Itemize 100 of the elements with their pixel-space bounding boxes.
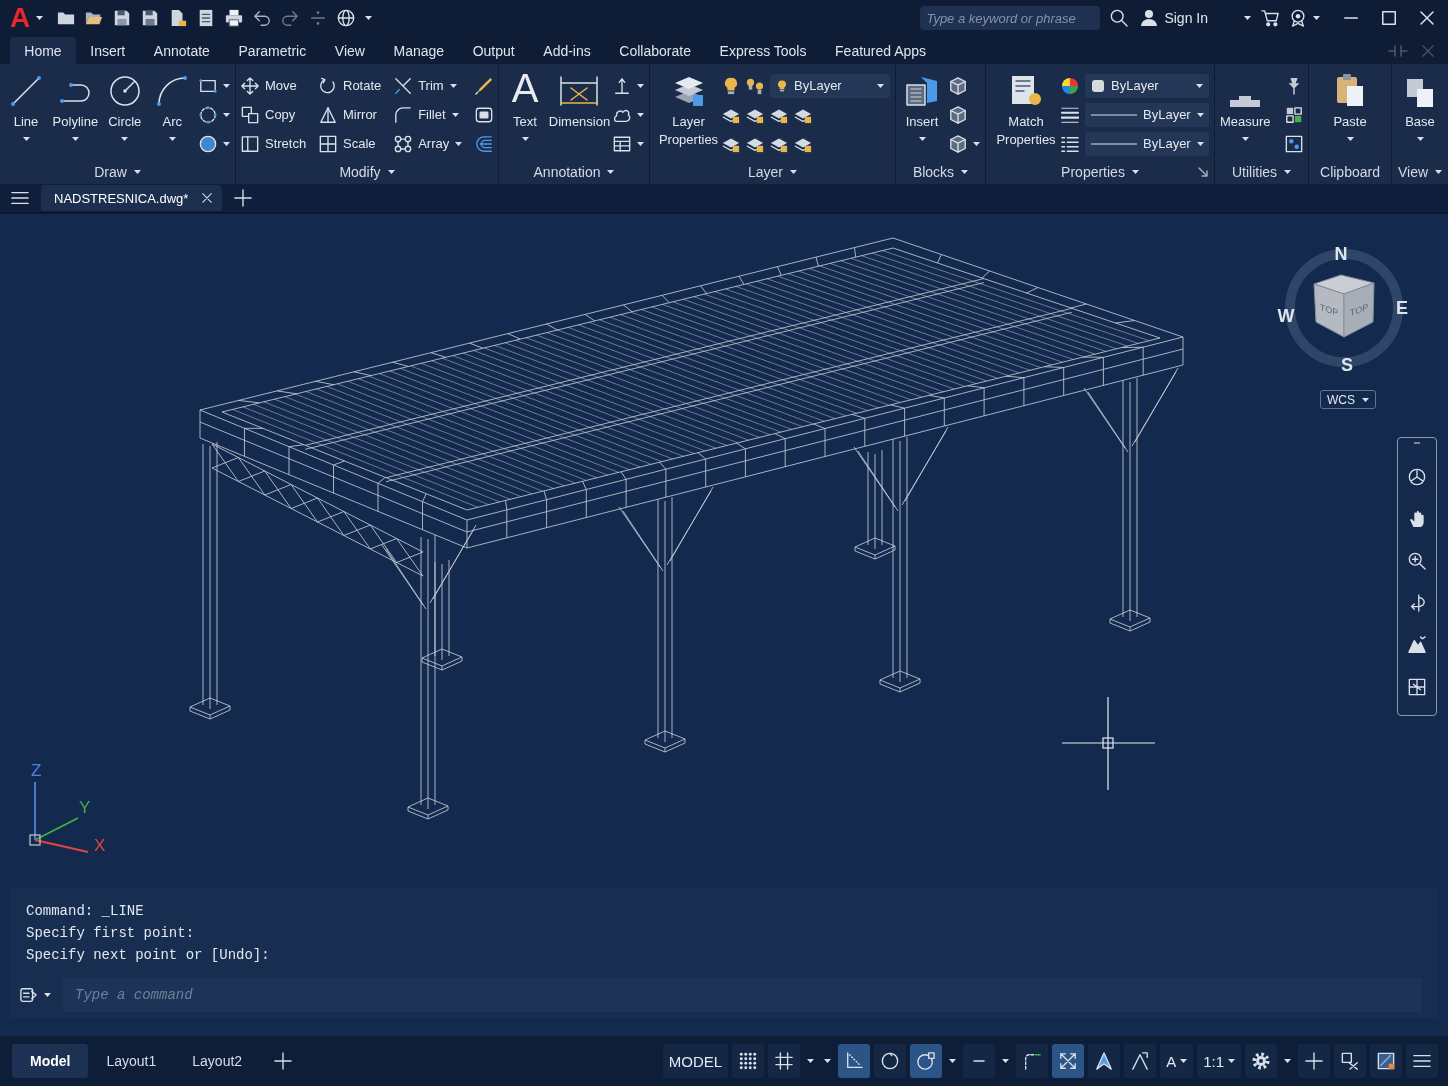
ucs-menu-button[interactable]: WCS <box>1320 390 1376 409</box>
ribbon-tool-button[interactable]: Layer Properties <box>655 70 722 160</box>
ribbon-tab[interactable]: Insert <box>75 37 140 64</box>
steering-wheel-icon[interactable] <box>1408 468 1426 486</box>
ribbon-tool-button[interactable]: Arc <box>151 70 194 160</box>
ribbon-tool-button[interactable]: Polyline <box>52 70 99 160</box>
compass-direction[interactable]: S <box>1341 355 1353 375</box>
caret-icon[interactable] <box>222 83 230 88</box>
ribbon-tool[interactable]: Copy <box>241 100 307 129</box>
horizontal-lines-icon[interactable] <box>1061 105 1079 124</box>
status-toggle-button[interactable] <box>910 1044 943 1078</box>
caret-icon[interactable] <box>36 16 44 20</box>
cube-icon[interactable] <box>949 134 967 153</box>
ribbon-tab[interactable]: Featured Apps <box>820 37 941 64</box>
printer-icon[interactable] <box>225 9 244 27</box>
curves-icon[interactable] <box>475 134 493 153</box>
table-icon[interactable] <box>613 134 631 153</box>
close-icon[interactable] <box>1420 11 1434 25</box>
plus-icon[interactable] <box>274 1052 293 1070</box>
lightbulb-icon[interactable] <box>722 76 740 95</box>
cube-icon[interactable] <box>949 76 967 95</box>
color-wheel-icon[interactable] <box>1061 76 1079 95</box>
arrow-line-icon[interactable] <box>613 76 631 95</box>
status-toggle-button[interactable] <box>1124 1044 1157 1078</box>
caret-icon[interactable] <box>1284 1059 1291 1063</box>
ribbon-tool[interactable]: Stretch <box>241 129 307 158</box>
status-menu-button[interactable]: A <box>1160 1044 1194 1078</box>
search-icon[interactable] <box>1110 9 1129 27</box>
redo-icon[interactable] <box>281 9 300 27</box>
caret-icon[interactable] <box>973 141 980 146</box>
mountain-icon[interactable] <box>1408 636 1426 654</box>
caret-icon[interactable] <box>222 112 230 117</box>
ribbon-tool[interactable]: Mirror <box>319 100 382 129</box>
ribbon-tab[interactable]: Manage <box>379 37 459 64</box>
document-icon[interactable] <box>169 9 188 27</box>
ribbon-tool[interactable]: Fillet <box>394 100 463 129</box>
caret-icon[interactable] <box>637 83 644 88</box>
ribbon-tool-button[interactable]: Measure <box>1220 70 1271 160</box>
line-style-dropdown[interactable]: ByLayer <box>1085 131 1209 156</box>
search-field[interactable]: Type a keyword or phrase <box>920 6 1101 30</box>
status-toggle-button[interactable] <box>1016 1044 1049 1078</box>
list-icon[interactable] <box>1061 134 1079 153</box>
caret-icon[interactable] <box>1002 1059 1010 1063</box>
panel-title-button[interactable]: Properties <box>1061 164 1139 180</box>
maximize-icon[interactable] <box>1382 11 1396 25</box>
hand-icon[interactable] <box>1408 510 1426 528</box>
ribbon-tool[interactable]: Scale <box>319 129 382 158</box>
layout-tab[interactable]: Layout1 <box>88 1044 175 1078</box>
status-toggle-button[interactable] <box>1088 1044 1121 1078</box>
cart-icon[interactable] <box>1261 9 1279 27</box>
caret-icon[interactable] <box>824 1059 832 1063</box>
line-style-dropdown[interactable]: ByLayer <box>1085 102 1209 127</box>
status-toggle-button[interactable] <box>732 1044 765 1078</box>
ribbon-tab[interactable]: Home <box>10 37 76 64</box>
command-input[interactable]: Type a command <box>63 978 1422 1012</box>
ribbon-tool-button[interactable]: Line <box>5 70 47 160</box>
compass-direction[interactable]: W <box>1277 306 1295 326</box>
caret-icon[interactable] <box>44 993 51 997</box>
zoom-icon[interactable] <box>1408 552 1426 570</box>
panel-title-button[interactable]: Layer <box>748 164 797 180</box>
ribbon-tab[interactable]: View <box>320 37 380 64</box>
plus-icon[interactable] <box>234 189 253 207</box>
status-toggle-button[interactable] <box>1245 1044 1277 1078</box>
ribbon-tool-button[interactable]: Base <box>1399 70 1441 160</box>
panel-title-button[interactable]: Blocks <box>912 164 969 180</box>
caret-icon[interactable] <box>637 141 644 146</box>
status-toggle-button[interactable] <box>1298 1044 1330 1078</box>
ribbon-tool[interactable]: Trim <box>394 71 463 100</box>
status-toggle-button[interactable] <box>874 1044 907 1078</box>
panel-title-button[interactable]: Draw <box>94 164 141 180</box>
ribbon-tab[interactable]: Parametric <box>224 37 321 64</box>
ribbon-tool-button[interactable]: Match Properties <box>991 70 1061 160</box>
diagonal-arrow-icon[interactable] <box>1198 167 1208 177</box>
status-toggle-button[interactable] <box>963 1044 996 1078</box>
ribbon-tab[interactable]: Collaborate <box>605 37 706 64</box>
lightbulbs-icon[interactable] <box>746 76 764 95</box>
ribbon-tool-button[interactable]: Paste <box>1329 70 1371 160</box>
award-icon[interactable] <box>1289 9 1307 27</box>
ribbon-tool[interactable]: Array <box>394 129 463 158</box>
undo-icon[interactable] <box>253 9 272 27</box>
ribbon-tab[interactable]: Express Tools <box>705 37 821 64</box>
ribbon-tool[interactable]: Rotate <box>319 71 382 100</box>
status-toggle-button[interactable] <box>1406 1044 1438 1078</box>
panel-title-button[interactable]: Clipboard <box>1320 164 1380 180</box>
grid-icon[interactable] <box>1285 105 1303 124</box>
panel-title-button[interactable]: View <box>1397 164 1443 180</box>
caret-icon[interactable] <box>1313 16 1320 20</box>
caret-icon[interactable] <box>222 141 230 146</box>
panel-title-button[interactable]: Modify <box>339 164 395 180</box>
compass-direction[interactable]: E <box>1396 298 1408 318</box>
ribbon-tool[interactable]: Move <box>241 71 307 100</box>
layout-tab[interactable]: Model <box>12 1044 89 1078</box>
model-space-button[interactable]: MODEL <box>662 1044 729 1078</box>
pencil-icon[interactable] <box>475 76 493 95</box>
framed-dots-icon[interactable] <box>1285 134 1303 153</box>
status-toggle-button[interactable] <box>1052 1044 1085 1078</box>
ribbon-tab[interactable]: Output <box>458 37 529 64</box>
status-toggle-button[interactable] <box>1370 1044 1402 1078</box>
status-menu-button[interactable]: 1:1 <box>1197 1044 1241 1078</box>
menu-icon[interactable] <box>11 189 29 207</box>
